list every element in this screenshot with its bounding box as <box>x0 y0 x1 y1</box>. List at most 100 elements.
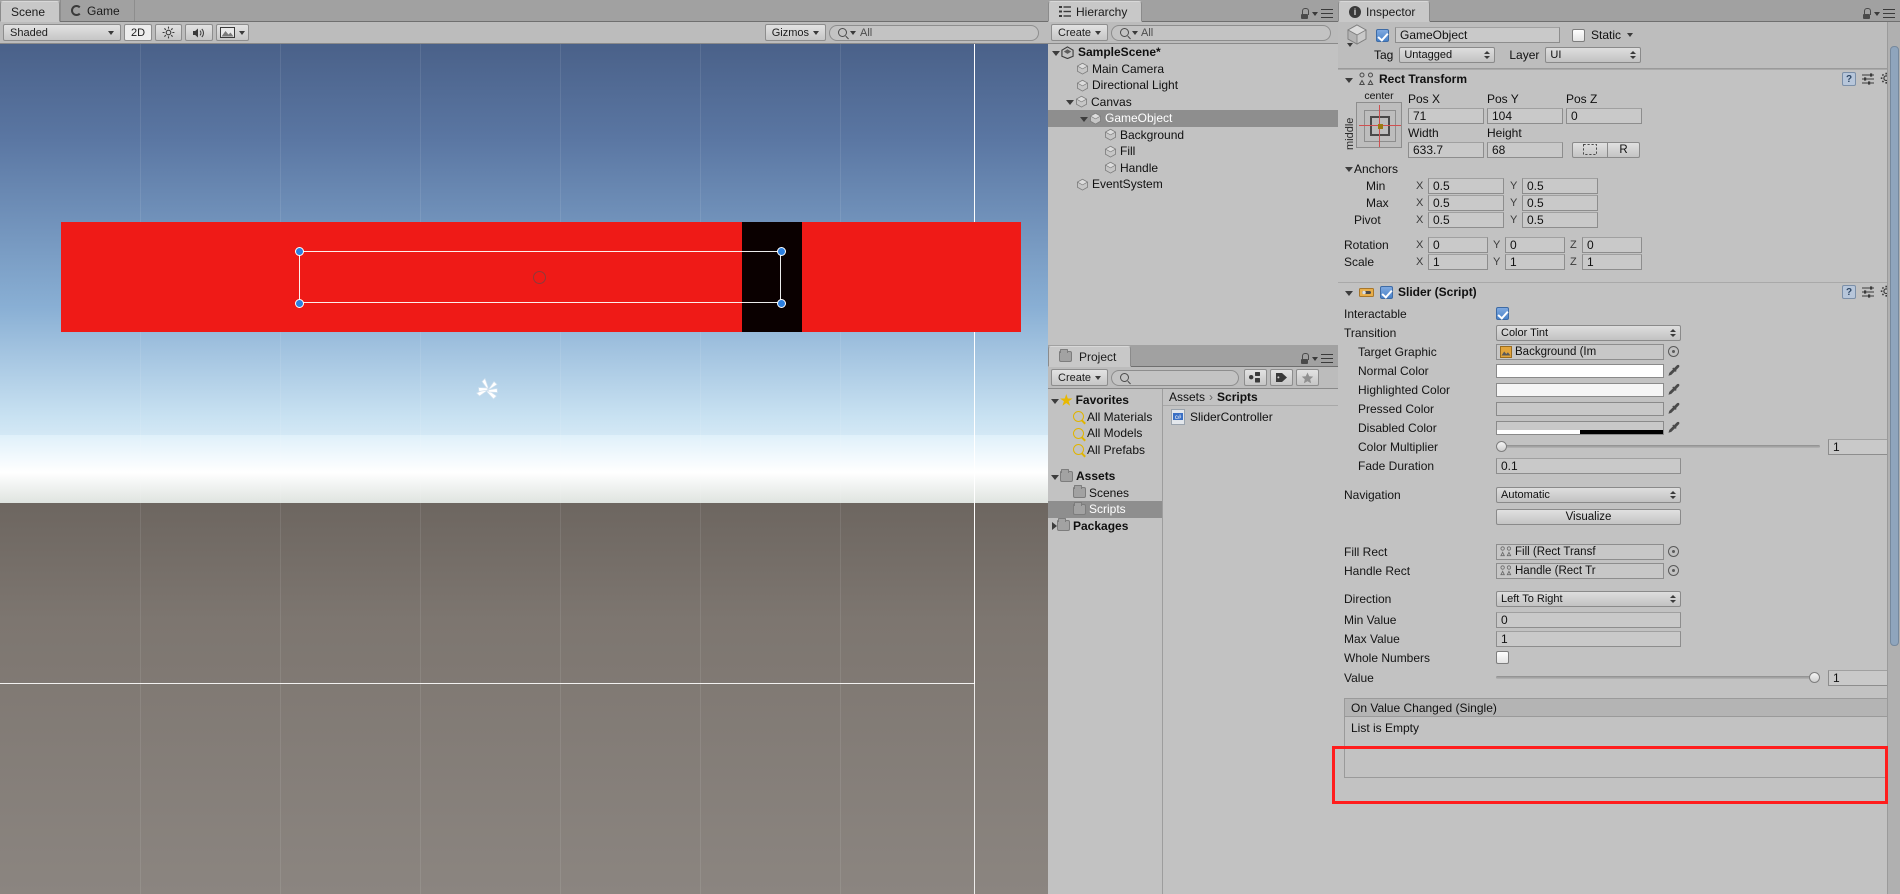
filter-by-label-icon[interactable] <box>1270 369 1294 386</box>
pos-x-input[interactable]: 71 <box>1408 107 1484 124</box>
max-value-input[interactable]: 1 <box>1496 630 1681 647</box>
preset-icon[interactable] <box>1861 285 1875 299</box>
pivot-y-input[interactable]: 0.5 <box>1522 211 1598 228</box>
anchors-foldout[interactable]: Anchors <box>1344 160 1894 177</box>
inspector-scrollbar[interactable] <box>1887 22 1900 894</box>
rotation-x-input[interactable]: 0 <box>1428 236 1488 253</box>
anchor-max-y-input[interactable]: 0.5 <box>1522 194 1598 211</box>
hierarchy-item-background[interactable]: Background <box>1048 127 1338 144</box>
color-multiplier-input[interactable]: 1 <box>1828 438 1894 455</box>
breadcrumb-scripts[interactable]: Scripts <box>1217 390 1258 404</box>
tag-dropdown[interactable]: Untagged <box>1399 47 1496 63</box>
filter-by-type-icon[interactable] <box>1244 369 1268 386</box>
object-picker-icon[interactable] <box>1668 565 1679 576</box>
color-multiplier-slider[interactable] <box>1496 440 1820 454</box>
scale-z-input[interactable]: 1 <box>1582 253 1642 270</box>
project-tree-item-assets[interactable]: Assets <box>1048 468 1162 485</box>
hierarchy-item-directional-light[interactable]: Directional Light <box>1048 77 1338 94</box>
lock-icon[interactable] <box>1300 353 1309 364</box>
speaker-icon[interactable] <box>185 24 214 41</box>
chevron-down-icon[interactable] <box>1051 474 1059 480</box>
slider-graphic[interactable] <box>61 222 1021 332</box>
chevron-down-icon[interactable] <box>1080 116 1088 122</box>
project-tree-item-favorites[interactable]: ★ Favorites <box>1048 392 1162 409</box>
hierarchy-item-fill[interactable]: Fill <box>1048 143 1338 160</box>
normal-color-swatch[interactable] <box>1496 363 1664 378</box>
pressed-color-swatch[interactable] <box>1496 401 1664 416</box>
project-create-button[interactable]: Create <box>1051 369 1109 386</box>
rotation-z-input[interactable]: 0 <box>1582 236 1642 253</box>
project-tree-item-all-models[interactable]: All Models <box>1048 425 1162 442</box>
menu-icon[interactable] <box>1883 9 1895 18</box>
move-gizmo-icon[interactable] <box>471 373 505 407</box>
visualize-button[interactable]: Visualize <box>1496 509 1681 525</box>
anchor-preset-widget[interactable] <box>1356 102 1402 148</box>
pos-y-input[interactable]: 104 <box>1487 107 1563 124</box>
hierarchy-item-handle[interactable]: Handle <box>1048 160 1338 177</box>
sun-icon[interactable] <box>155 24 183 41</box>
slider-knob[interactable] <box>1496 441 1507 452</box>
gizmos-dropdown[interactable]: Gizmos <box>764 24 826 41</box>
min-value-input[interactable]: 0 <box>1496 611 1681 628</box>
anchor-min-y-input[interactable]: 0.5 <box>1522 177 1598 194</box>
pos-z-input[interactable]: 0 <box>1566 107 1642 124</box>
highlighted-color-swatch[interactable] <box>1496 382 1664 397</box>
fill-rect-field[interactable]: Fill (Rect Transf <box>1496 543 1664 560</box>
chevron-down-icon[interactable] <box>1874 11 1880 16</box>
tab-project[interactable]: Project <box>1048 346 1132 367</box>
menu-icon[interactable] <box>1321 9 1333 18</box>
hierarchy-scene-row[interactable]: SampleScene* <box>1048 44 1338 61</box>
tab-game[interactable]: Game <box>60 0 135 21</box>
scale-x-input[interactable]: 1 <box>1428 253 1488 270</box>
raw-edit-button[interactable]: R <box>1608 141 1640 158</box>
tab-scene[interactable]: Scene <box>0 1 61 22</box>
tab-inspector[interactable]: i Inspector <box>1338 1 1431 22</box>
width-input[interactable]: 633.7 <box>1408 141 1484 158</box>
anchor-max-x-input[interactable]: 0.5 <box>1428 194 1504 211</box>
help-icon[interactable]: ? <box>1842 285 1856 299</box>
pivot-ring-icon[interactable] <box>533 271 546 284</box>
scale-y-input[interactable]: 1 <box>1505 253 1565 270</box>
static-checkbox[interactable] <box>1572 28 1585 42</box>
pivot-x-input[interactable]: 0.5 <box>1428 211 1504 228</box>
slider-enabled-checkbox[interactable] <box>1380 285 1393 299</box>
rotation-y-input[interactable]: 0 <box>1505 236 1565 253</box>
object-picker-icon[interactable] <box>1668 346 1679 357</box>
slider-knob[interactable] <box>1809 672 1820 683</box>
favorite-star-icon[interactable] <box>1296 369 1320 386</box>
hierarchy-search-input[interactable]: All <box>1111 24 1331 41</box>
lock-icon[interactable] <box>1862 8 1871 19</box>
chevron-down-icon[interactable] <box>1345 167 1353 172</box>
interactable-checkbox[interactable] <box>1496 307 1509 320</box>
handle-dot-top-left[interactable] <box>295 247 304 256</box>
inspector-scrollbar-thumb[interactable] <box>1890 46 1899 646</box>
shading-mode-dropdown[interactable]: Shaded <box>3 24 121 41</box>
hierarchy-create-button[interactable]: Create <box>1051 24 1109 41</box>
direction-dropdown[interactable]: Left To Right <box>1496 591 1681 607</box>
eyedropper-icon[interactable] <box>1668 364 1681 378</box>
handle-rect-field[interactable]: Handle (Rect Tr <box>1496 562 1664 579</box>
project-tree-item-packages[interactable]: Packages <box>1048 518 1162 535</box>
project-tree-item-all-prefabs[interactable]: All Prefabs <box>1048 442 1162 459</box>
layer-dropdown[interactable]: UI <box>1545 47 1642 63</box>
chevron-down-icon[interactable] <box>1066 100 1074 106</box>
breadcrumb-assets[interactable]: Assets <box>1169 390 1205 404</box>
hierarchy-item-gameobject[interactable]: GameObject <box>1048 110 1338 127</box>
hierarchy-item-eventsystem[interactable]: EventSystem <box>1048 176 1338 193</box>
fade-duration-input[interactable]: 0.1 <box>1496 457 1681 474</box>
project-search-input[interactable] <box>1111 369 1240 386</box>
chevron-down-icon[interactable] <box>1051 398 1059 404</box>
eyedropper-icon[interactable] <box>1668 421 1681 435</box>
eyedropper-icon[interactable] <box>1668 383 1681 397</box>
project-tree-item-scripts[interactable]: Scripts <box>1048 501 1162 518</box>
handle-dot-bottom-right[interactable] <box>777 299 786 308</box>
navigation-dropdown[interactable]: Automatic <box>1496 486 1681 503</box>
target-graphic-field[interactable]: Background (Im <box>1496 343 1664 360</box>
height-input[interactable]: 68 <box>1487 141 1563 158</box>
help-icon[interactable]: ? <box>1842 72 1856 86</box>
object-picker-icon[interactable] <box>1668 546 1679 557</box>
lock-icon[interactable] <box>1300 8 1309 19</box>
toggle-2d-button[interactable]: 2D <box>124 24 153 41</box>
chevron-down-icon[interactable] <box>1312 356 1318 361</box>
whole-numbers-checkbox[interactable] <box>1496 651 1509 664</box>
